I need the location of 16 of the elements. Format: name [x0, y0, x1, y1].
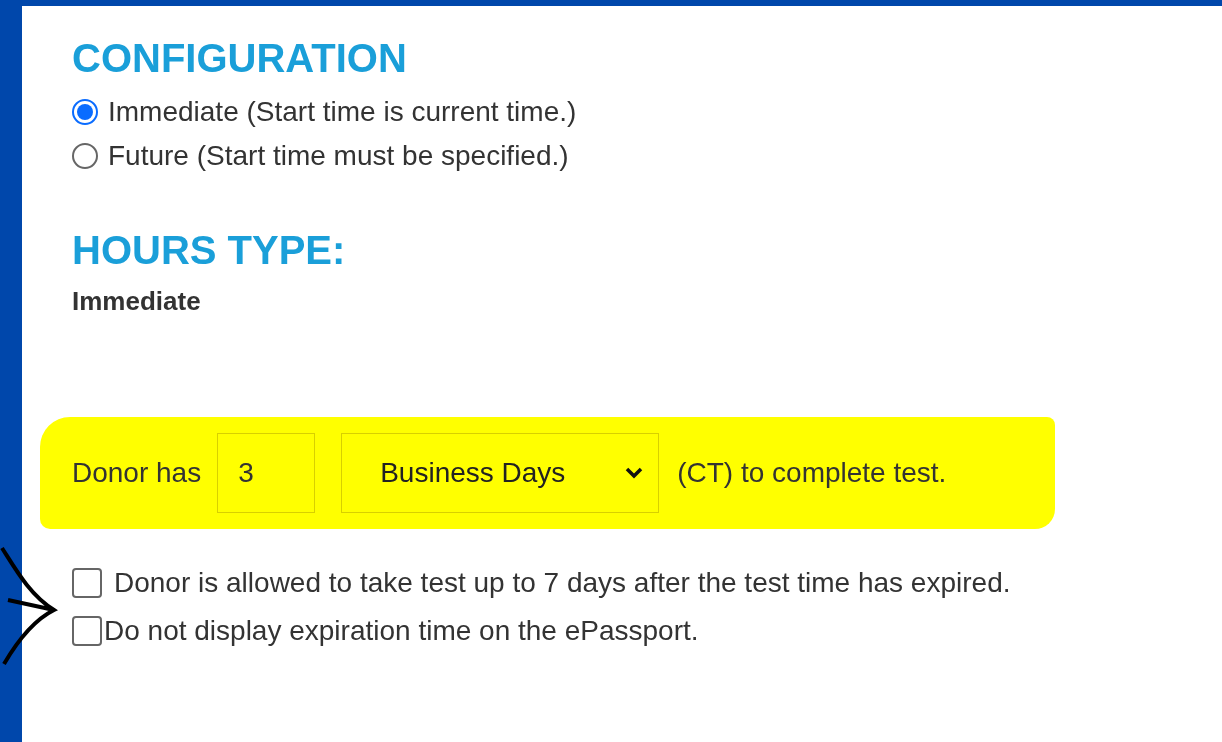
- duration-label: (CT) to complete test.: [677, 457, 947, 489]
- section-heading: CONFIGURATION: [72, 36, 407, 80]
- unit-dropdown[interactable]: Business Days: [341, 433, 660, 513]
- radio-button[interactable]: [72, 99, 98, 125]
- checkbox[interactable]: [72, 568, 102, 598]
- duration-label: Donor has: [72, 457, 202, 489]
- radio-button[interactable]: [72, 143, 98, 169]
- checkbox[interactable]: [72, 616, 102, 646]
- radio-label[interactable]: Future (Start time must be specified.): [108, 134, 569, 178]
- section-heading: HOURS TYPE:: [72, 228, 346, 272]
- checkbox-label[interactable]: Donor is allowed to take test up to 7 days after the test time has expired.: [114, 559, 1011, 607]
- chevron-icon: [624, 466, 645, 480]
- radio-label[interactable]: Immediate (Start time is current time.): [108, 90, 577, 134]
- checkbox-label[interactable]: Do not display expiration time on the ePassport.: [104, 607, 699, 655]
- amount-field[interactable]: 3: [217, 433, 316, 513]
- hours-type-value: Immediate: [72, 286, 201, 317]
